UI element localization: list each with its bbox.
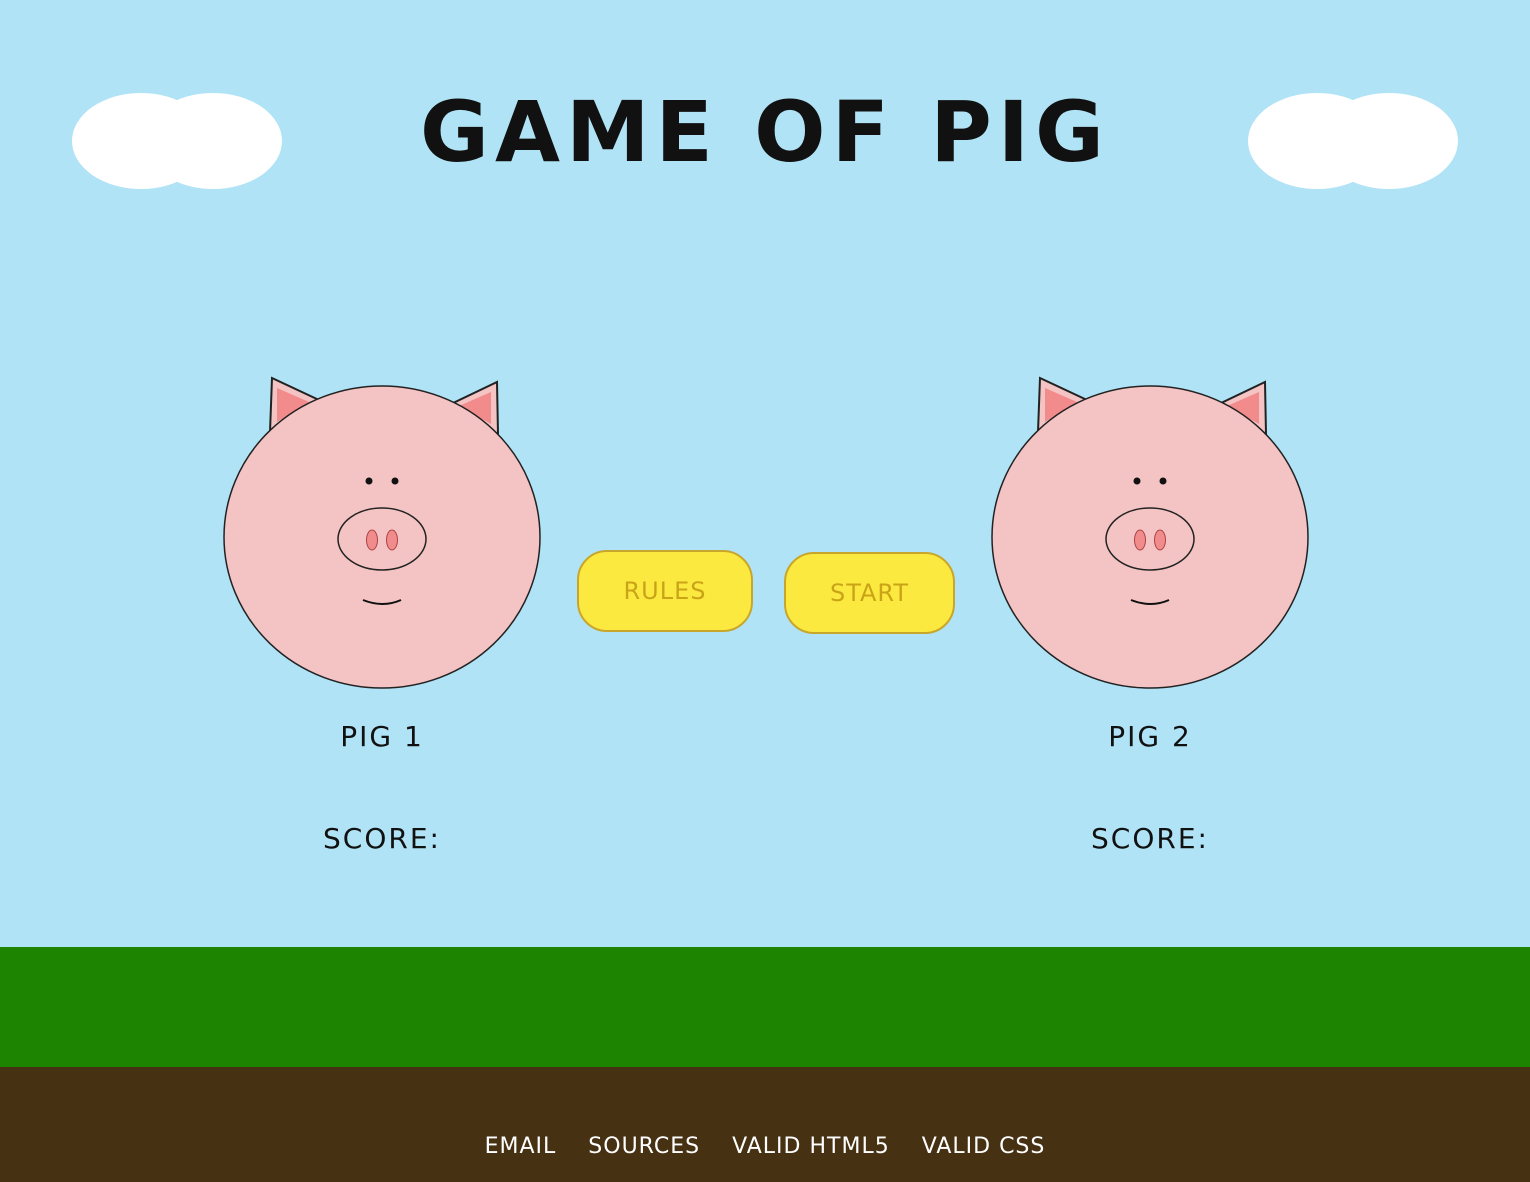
footer-link-email[interactable]: EMAIL	[485, 1134, 557, 1159]
footer-nav: EMAIL SOURCES VALID HTML5 VALID CSS	[0, 1134, 1530, 1159]
pig-eye	[365, 477, 373, 485]
footer-link-valid-css[interactable]: VALID CSS	[922, 1134, 1046, 1159]
pig-nostril	[366, 529, 378, 551]
footer-link-valid-html[interactable]: VALID HTML5	[732, 1134, 890, 1159]
pig-2-name: PIG 2	[1108, 720, 1192, 753]
rules-button[interactable]: RULES	[577, 550, 753, 632]
pig-eye	[1133, 477, 1141, 485]
page-title: GAME OF PIG	[420, 83, 1110, 181]
pig-1-name: PIG 1	[340, 720, 424, 753]
pig-snout	[1105, 507, 1195, 571]
pig-nostril	[1154, 529, 1166, 551]
pig-eye	[391, 477, 399, 485]
pig-snout	[337, 507, 427, 571]
grass-strip	[0, 947, 1530, 1067]
pig-nostril	[1134, 529, 1146, 551]
pig-2-score-label: SCORE:	[1091, 822, 1209, 855]
dirt-strip	[0, 1067, 1530, 1182]
pig-1-score-label: SCORE:	[323, 822, 441, 855]
pig-nostril	[386, 529, 398, 551]
footer-link-sources[interactable]: SOURCES	[588, 1134, 700, 1159]
pig-1-avatar[interactable]	[217, 372, 547, 692]
pig-2-avatar[interactable]	[985, 372, 1315, 692]
pig-eye	[1159, 477, 1167, 485]
start-button[interactable]: START	[784, 552, 955, 634]
